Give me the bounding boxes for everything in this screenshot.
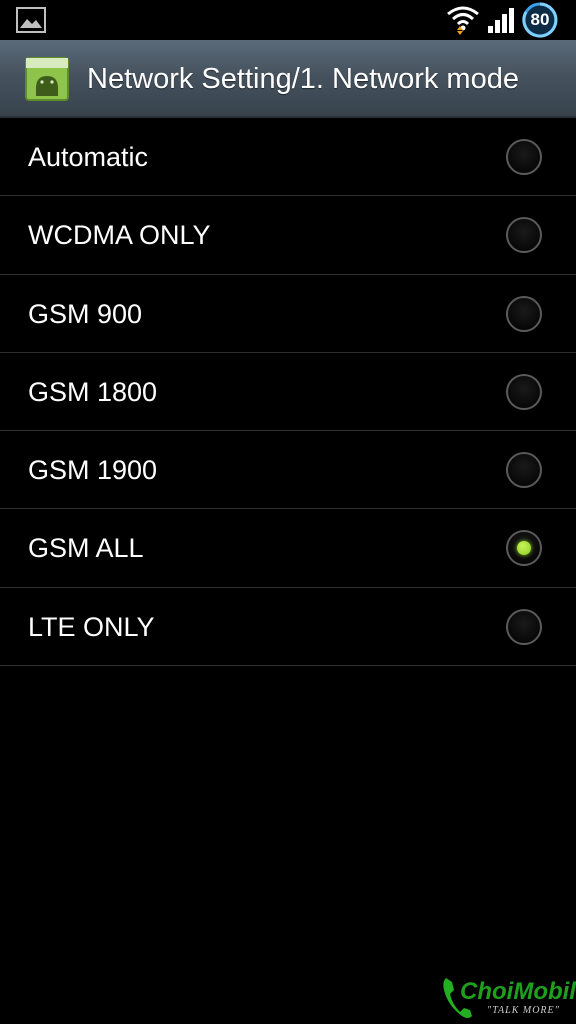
gallery-icon [16,7,46,33]
watermark-tagline: "TALK MORE" [487,1005,560,1016]
option-row-gsm-900[interactable]: GSM 900 [0,275,576,353]
signal-icon [488,8,514,33]
battery-level-text: 80 [530,10,550,29]
action-bar: Network Setting/1. Network mode [0,40,576,118]
android-app-icon[interactable] [24,56,70,102]
option-label: GSM 900 [28,298,143,329]
option-label: Automatic [28,142,149,172]
status-bar: 80 [0,0,576,40]
page-title: Network Setting/1. Network mode [87,63,519,95]
option-row-gsm-1800[interactable]: GSM 1800 [0,353,576,432]
option-label: LTE ONLY [28,611,155,642]
option-row-automatic[interactable]: Automatic [0,118,576,197]
wifi-icon [447,6,479,35]
option-label: WCDMA ONLY [28,220,211,251]
radio-button[interactable] [506,452,542,489]
network-mode-list: Automatic WCDMA ONLY GSM 900 GSM 1800 GS… [0,118,576,667]
option-row-lte-only[interactable]: LTE ONLY [0,588,576,667]
radio-button[interactable] [506,295,542,332]
option-label: GSM 1900 [28,455,158,486]
radio-button[interactable] [506,608,542,645]
option-label: GSM ALL [28,533,144,564]
radio-selected-dot [517,541,531,556]
option-row-wcdma-only[interactable]: WCDMA ONLY [0,196,576,275]
radio-button-selected[interactable] [506,530,542,567]
radio-button[interactable] [506,373,542,410]
radio-button[interactable] [506,139,542,175]
radio-button[interactable] [506,217,542,254]
option-row-gsm-1900[interactable]: GSM 1900 [0,431,576,510]
watermark-brand: ChoiMobile [460,978,576,1005]
option-label: GSM 1800 [28,376,158,407]
option-row-gsm-all[interactable]: GSM ALL [0,509,576,588]
